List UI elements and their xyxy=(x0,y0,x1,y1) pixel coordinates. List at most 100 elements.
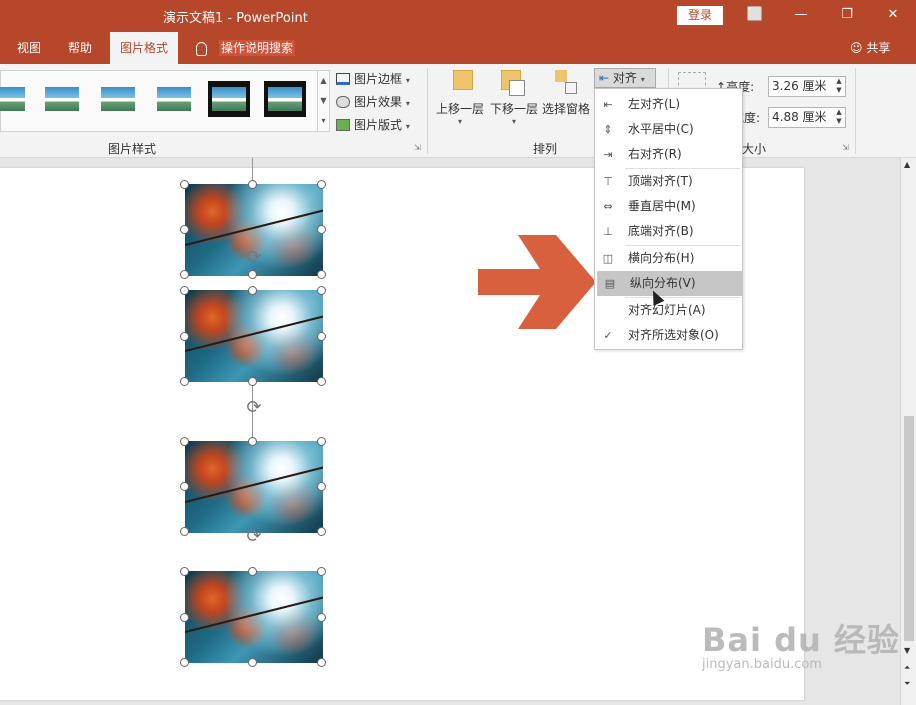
style-thumb-2[interactable] xyxy=(41,81,83,117)
resize-handle[interactable] xyxy=(180,180,189,189)
rotate-handle-icon[interactable]: ⟳ xyxy=(243,526,265,548)
resize-handle[interactable] xyxy=(317,437,326,446)
resize-handle[interactable] xyxy=(248,658,257,667)
resize-handle[interactable] xyxy=(317,286,326,295)
resize-handle[interactable] xyxy=(317,567,326,576)
menu-item-align-bottom[interactable]: ⊥ 底端对齐(B) xyxy=(595,219,742,244)
style-thumb-5[interactable] xyxy=(208,81,250,117)
resize-handle[interactable] xyxy=(248,270,257,279)
picture-4[interactable] xyxy=(185,571,323,663)
next-slide-icon[interactable]: ⏷ xyxy=(904,679,910,689)
scroll-up-arrow-icon[interactable]: ▲ xyxy=(904,160,910,169)
scroll-down-icon[interactable]: ▼ xyxy=(318,91,329,111)
menu-item-align-selected[interactable]: ✓ 对齐所选对象(O) xyxy=(595,323,742,348)
gallery-scroll[interactable]: ▲ ▼ ▾ xyxy=(317,71,329,131)
person-icon: ☺ xyxy=(850,41,863,55)
resize-handle[interactable] xyxy=(180,658,189,667)
resize-handle[interactable] xyxy=(180,527,189,536)
resize-handle[interactable] xyxy=(248,377,257,386)
resize-handle[interactable] xyxy=(180,482,189,491)
resize-handle[interactable] xyxy=(317,527,326,536)
picture-effects-label: 图片效果 xyxy=(354,95,403,109)
prev-slide-icon[interactable]: ⏶ xyxy=(904,663,910,673)
style-thumb-1[interactable] xyxy=(0,81,29,117)
bring-forward-button[interactable]: 上移一层 ▾ xyxy=(436,70,484,126)
tell-me-search[interactable]: 操作说明搜索 xyxy=(196,38,296,58)
scroll-down-arrow-icon[interactable]: ▼ xyxy=(904,646,910,655)
menu-item-align-left[interactable]: ⇤ 左对齐(L) xyxy=(595,92,742,117)
resize-handle[interactable] xyxy=(317,482,326,491)
scroll-up-icon[interactable]: ▲ xyxy=(318,71,329,91)
gallery-more-icon[interactable]: ▾ xyxy=(318,111,329,131)
size-group-label: 大小 xyxy=(742,142,767,156)
ribbon-tabs: 视图 帮助 图片格式 操作说明搜索 ☺ 共享 xyxy=(0,32,916,64)
distribute-vertical-icon: ▤ xyxy=(604,277,616,290)
close-icon[interactable]: ✕ xyxy=(870,0,916,32)
tab-view[interactable]: 视图 xyxy=(17,32,41,64)
align-button[interactable]: ⇤ 对齐 ▾ xyxy=(594,68,656,88)
vertical-scrollbar[interactable]: ▲ ▼ ⏶ ⏷ xyxy=(900,158,916,705)
tab-help[interactable]: 帮助 xyxy=(68,32,92,64)
tab-picture-format[interactable]: 图片格式 xyxy=(110,32,179,64)
tell-me-label: 操作说明搜索 xyxy=(219,40,296,56)
height-spinner[interactable]: ▲ ▼ xyxy=(833,77,845,96)
align-right-icon: ⇥ xyxy=(603,148,613,161)
resize-handle[interactable] xyxy=(248,567,257,576)
window-title: 演示文稿1 - PowerPoint xyxy=(163,11,308,26)
resize-handle[interactable] xyxy=(180,225,189,234)
menu-item-align-to-slide[interactable]: 对齐幻灯片(A) xyxy=(595,298,742,323)
resize-handle[interactable] xyxy=(180,270,189,279)
menu-item-align-center[interactable]: ⇕ 水平居中(C) xyxy=(595,117,742,142)
align-icon: ⇤ xyxy=(599,71,610,85)
rotate-handle-icon[interactable]: ⟳ xyxy=(243,397,265,419)
picture-styles-gallery[interactable]: ▲ ▼ ▾ xyxy=(0,70,330,132)
width-spinner[interactable]: ▲ ▼ xyxy=(833,108,845,127)
menu-item-align-right[interactable]: ⇥ 右对齐(R) xyxy=(595,142,742,167)
align-left-icon: ⇤ xyxy=(603,98,613,111)
resize-handle[interactable] xyxy=(317,658,326,667)
resize-handle[interactable] xyxy=(317,613,326,622)
menu-item-distribute-horizontal[interactable]: ◫ 横向分布(H) xyxy=(595,246,742,271)
height-field[interactable]: 3.26 厘米 ▲ ▼ xyxy=(768,76,846,97)
title-bar: 演示文稿1 - PowerPoint 登录 ⬜ — ❐ ✕ xyxy=(0,0,916,32)
resize-handle[interactable] xyxy=(180,437,189,446)
picture-effects-button[interactable]: 图片效果 ▾ xyxy=(336,93,410,110)
ribbon-display-options-icon[interactable]: ⬜ xyxy=(732,0,778,32)
style-thumb-4[interactable] xyxy=(153,81,195,117)
resize-handle[interactable] xyxy=(317,225,326,234)
rotate-handle-icon[interactable]: ⟳ xyxy=(243,247,265,269)
menu-item-align-top[interactable]: ⊤ 顶端对齐(T) xyxy=(595,169,742,194)
resize-handle[interactable] xyxy=(317,332,326,341)
picture-border-button[interactable]: 图片边框 ▾ xyxy=(336,70,410,87)
resize-handle[interactable] xyxy=(317,377,326,386)
resize-handle[interactable] xyxy=(317,270,326,279)
dialog-launcher-icon[interactable]: ⇲ xyxy=(414,143,421,152)
resize-handle[interactable] xyxy=(180,613,189,622)
resize-handle[interactable] xyxy=(248,180,257,189)
width-field[interactable]: 4.88 厘米 ▲ ▼ xyxy=(768,107,846,128)
scroll-thumb[interactable] xyxy=(904,416,914,641)
bring-forward-label: 上移一层 xyxy=(436,102,485,116)
send-backward-button[interactable]: 下移一层 ▾ xyxy=(490,70,538,126)
style-thumb-6[interactable] xyxy=(264,81,306,117)
resize-handle[interactable] xyxy=(180,332,189,341)
resize-handle[interactable] xyxy=(248,437,257,446)
resize-handle[interactable] xyxy=(317,180,326,189)
picture-layout-button[interactable]: 图片版式 ▾ xyxy=(336,116,410,133)
share-button[interactable]: ☺ 共享 xyxy=(850,39,890,56)
size-dialog-launcher-icon[interactable]: ⇲ xyxy=(842,143,849,152)
resize-handle[interactable] xyxy=(180,286,189,295)
minimize-icon[interactable]: — xyxy=(778,0,824,32)
picture-2[interactable] xyxy=(185,290,323,382)
menu-item-align-middle[interactable]: ⇔ 垂直居中(M) xyxy=(595,194,742,219)
lightbulb-icon xyxy=(196,41,207,56)
restore-icon[interactable]: ❐ xyxy=(824,0,870,32)
selection-pane-button[interactable]: 选择窗格 xyxy=(542,70,590,117)
login-button[interactable]: 登录 xyxy=(677,6,723,25)
picture-3[interactable] xyxy=(185,441,323,533)
style-thumb-3[interactable] xyxy=(97,81,139,117)
resize-handle[interactable] xyxy=(180,377,189,386)
resize-handle[interactable] xyxy=(248,286,257,295)
menu-item-distribute-vertical[interactable]: ▤ 纵向分布(V) xyxy=(597,271,742,296)
resize-handle[interactable] xyxy=(180,567,189,576)
